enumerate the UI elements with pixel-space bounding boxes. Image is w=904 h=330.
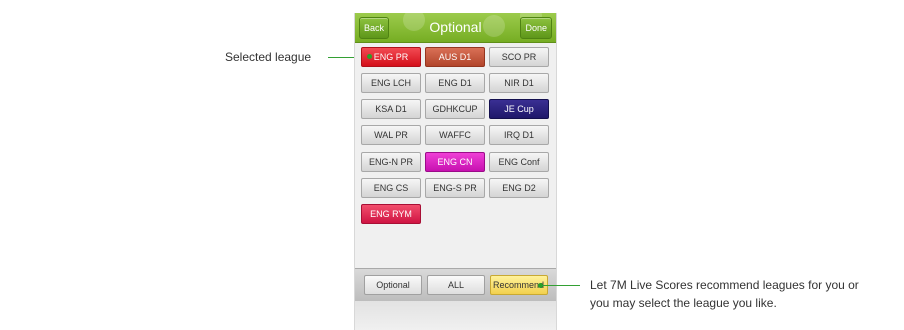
reflection <box>355 301 556 330</box>
recommend-callout-line-1: Let 7M Live Scores recommend leagues for… <box>590 278 859 292</box>
selected-indicator-icon <box>367 54 372 59</box>
league-button-je-cup[interactable]: JE Cup <box>489 99 549 119</box>
league-button-aus-d1[interactable]: AUS D1 <box>425 47 485 67</box>
league-label: ENG PR <box>373 52 409 62</box>
league-button-gdhkcup[interactable]: GDHKCUP <box>425 99 485 119</box>
done-button[interactable]: Done <box>520 17 552 39</box>
league-button-eng-lch[interactable]: ENG LCH <box>361 73 421 93</box>
bottom-toolbar: Optional ALL Recommend <box>355 268 556 301</box>
league-button-wal-pr[interactable]: WAL PR <box>361 125 421 145</box>
league-button-eng-conf[interactable]: ENG Conf <box>489 152 549 172</box>
league-button-eng-cs[interactable]: ENG CS <box>361 178 421 198</box>
league-button-irq-d1[interactable]: IRQ D1 <box>489 125 549 145</box>
league-button-sco-pr[interactable]: SCO PR <box>489 47 549 67</box>
league-button-eng-cn[interactable]: ENG CN <box>425 152 485 172</box>
league-button-eng-d1[interactable]: ENG D1 <box>425 73 485 93</box>
league-button-waffc[interactable]: WAFFC <box>425 125 485 145</box>
header-bar: Back Optional Done <box>355 5 556 43</box>
league-button-eng-d2[interactable]: ENG D2 <box>489 178 549 198</box>
app-screen: Back Optional Done ENG PR AUS D1 SCO PR … <box>354 5 557 330</box>
optional-button[interactable]: Optional <box>364 275 422 295</box>
recommend-callout-line <box>542 285 580 286</box>
league-button-ksa-d1[interactable]: KSA D1 <box>361 99 421 119</box>
league-button-eng-n-pr[interactable]: ENG-N PR <box>361 152 421 172</box>
league-button-eng-s-pr[interactable]: ENG-S PR <box>425 178 485 198</box>
all-button[interactable]: ALL <box>427 275 485 295</box>
league-button-eng-pr[interactable]: ENG PR <box>361 47 421 67</box>
selected-league-callout: Selected league <box>225 50 312 64</box>
league-button-eng-rym[interactable]: ENG RYM <box>361 204 421 224</box>
recommend-callout-line-2: you may select the league you like. <box>590 296 777 310</box>
league-button-nir-d1[interactable]: NIR D1 <box>489 73 549 93</box>
